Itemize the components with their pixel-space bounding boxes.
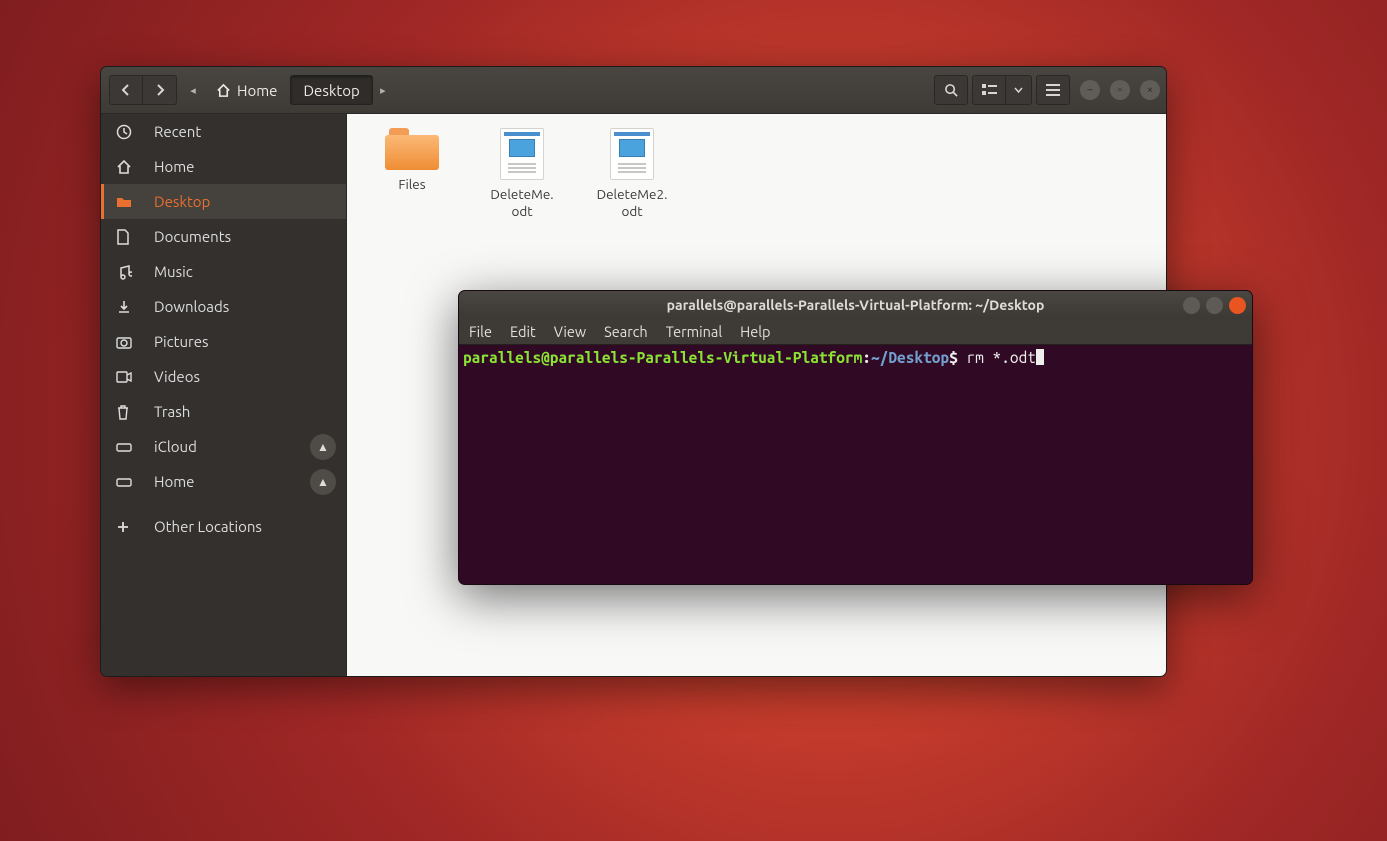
menu-search[interactable]: Search <box>604 323 648 340</box>
window-minimize-button[interactable] <box>1183 297 1200 314</box>
chevron-right-icon <box>154 84 166 96</box>
sidebar: Recent Home Desktop Documents Music Down… <box>101 114 347 676</box>
view-dropdown-button[interactable] <box>1006 75 1032 105</box>
file-item-doc[interactable]: DeleteMe2. odt <box>591 128 673 220</box>
terminal-command: rm *.odt <box>966 349 1035 366</box>
camera-icon <box>116 335 134 349</box>
sidebar-item-label: Recent <box>154 123 201 140</box>
sidebar-item-home[interactable]: Home <box>101 149 346 184</box>
eject-icon: ▲ <box>317 475 329 489</box>
terminal-title-text: parallels@parallels-Parallels-Virtual-Pl… <box>667 297 1045 313</box>
drive-icon <box>116 441 134 453</box>
menu-terminal[interactable]: Terminal <box>666 323 722 340</box>
window-minimize-button[interactable]: − <box>1080 80 1100 100</box>
document-icon <box>116 229 134 245</box>
sidebar-item-label: Desktop <box>154 193 210 210</box>
home-icon <box>116 159 134 175</box>
prompt-path: ~/Desktop <box>871 349 949 366</box>
sidebar-item-label: Downloads <box>154 298 229 315</box>
terminal-window: parallels@parallels-Parallels-Virtual-Pl… <box>458 290 1253 585</box>
list-view-icon <box>982 84 997 97</box>
sidebar-item-music[interactable]: Music <box>101 254 346 289</box>
home-icon <box>216 83 231 98</box>
trash-icon <box>116 404 134 420</box>
document-icon <box>610 128 654 180</box>
minimize-icon: − <box>1087 84 1093 96</box>
sidebar-item-label: Pictures <box>154 333 209 350</box>
menu-file[interactable]: File <box>469 323 492 340</box>
chevron-down-icon <box>1014 87 1023 93</box>
path-separator-icon: ◂ <box>183 84 203 97</box>
maximize-icon: ▫ <box>1118 84 1122 96</box>
sidebar-item-label: Music <box>154 263 193 280</box>
folder-icon <box>116 195 134 209</box>
menu-view[interactable]: View <box>554 323 586 340</box>
download-icon <box>116 299 134 315</box>
hamburger-menu-button[interactable] <box>1036 75 1070 105</box>
sidebar-item-desktop[interactable]: Desktop <box>101 184 346 219</box>
window-close-button[interactable]: × <box>1140 80 1160 100</box>
window-maximize-button[interactable] <box>1206 297 1223 314</box>
pathbar: ◂ Home Desktop ▸ <box>183 75 393 105</box>
sidebar-item-pictures[interactable]: Pictures <box>101 324 346 359</box>
window-close-button[interactable] <box>1229 297 1246 314</box>
prompt-dollar: $ <box>949 349 966 366</box>
pathbar-desktop[interactable]: Desktop <box>290 75 372 105</box>
nav-buttons <box>109 75 177 105</box>
search-icon <box>944 83 959 98</box>
prompt-colon: : <box>862 349 871 366</box>
drive-icon <box>116 476 134 488</box>
sidebar-item-trash[interactable]: Trash <box>101 394 346 429</box>
sidebar-item-documents[interactable]: Documents <box>101 219 346 254</box>
path-separator-icon: ▸ <box>373 84 393 97</box>
file-manager-header: ◂ Home Desktop ▸ <box>101 67 1166 114</box>
document-icon <box>500 128 544 180</box>
pathbar-label: Home <box>237 82 277 99</box>
pathbar-home[interactable]: Home <box>203 75 290 105</box>
sidebar-item-downloads[interactable]: Downloads <box>101 289 346 324</box>
cursor-icon <box>1036 349 1044 365</box>
sidebar-item-videos[interactable]: Videos <box>101 359 346 394</box>
file-item-doc[interactable]: DeleteMe. odt <box>481 128 563 220</box>
sidebar-item-label: Other Locations <box>154 518 262 535</box>
sidebar-item-icloud[interactable]: iCloud ▲ <box>101 429 346 464</box>
sidebar-item-label: Home <box>154 158 194 175</box>
plus-icon <box>116 520 134 534</box>
forward-button[interactable] <box>143 75 177 105</box>
music-icon <box>116 264 134 280</box>
pathbar-label: Desktop <box>303 82 359 99</box>
view-toggle-button[interactable] <box>972 75 1006 105</box>
menu-edit[interactable]: Edit <box>510 323 536 340</box>
eject-icon: ▲ <box>317 440 329 454</box>
window-maximize-button[interactable]: ▫ <box>1110 80 1130 100</box>
prompt-user: parallels@parallels-Parallels-Virtual-Pl… <box>463 349 862 366</box>
file-label: DeleteMe. odt <box>481 186 563 220</box>
sidebar-item-recent[interactable]: Recent <box>101 114 346 149</box>
terminal-body[interactable]: parallels@parallels-Parallels-Virtual-Pl… <box>459 345 1252 371</box>
sidebar-item-other-locations[interactable]: Other Locations <box>101 509 346 544</box>
menu-icon <box>1046 84 1060 96</box>
sidebar-item-label: Trash <box>154 403 190 420</box>
chevron-left-icon <box>120 84 132 96</box>
menu-help[interactable]: Help <box>740 323 770 340</box>
sidebar-item-label: Documents <box>154 228 231 245</box>
file-label: Files <box>398 176 425 193</box>
clock-icon <box>116 124 134 140</box>
eject-button[interactable]: ▲ <box>310 434 336 460</box>
file-item-folder[interactable]: Files <box>371 128 453 220</box>
sidebar-item-label: Home <box>154 473 194 490</box>
sidebar-item-drive-home[interactable]: Home ▲ <box>101 464 346 499</box>
folder-icon <box>385 128 439 170</box>
file-label: DeleteMe2. odt <box>591 186 673 220</box>
eject-button[interactable]: ▲ <box>310 469 336 495</box>
search-button[interactable] <box>934 75 968 105</box>
sidebar-item-label: Videos <box>154 368 200 385</box>
sidebar-item-label: iCloud <box>154 438 197 455</box>
back-button[interactable] <box>109 75 143 105</box>
close-icon: × <box>1147 84 1153 96</box>
terminal-menubar: File Edit View Search Terminal Help <box>459 319 1252 345</box>
terminal-titlebar[interactable]: parallels@parallels-Parallels-Virtual-Pl… <box>459 291 1252 319</box>
video-icon <box>116 371 134 383</box>
